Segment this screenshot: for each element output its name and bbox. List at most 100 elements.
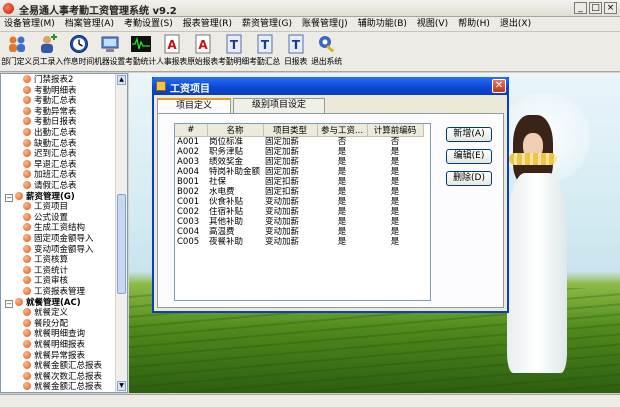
tool-department[interactable]: 部门定义 [1,32,32,70]
tree-item[interactable]: 就餐异常报表 [23,350,85,362]
tool-exit[interactable]: 退出系统 [311,32,342,70]
scroll-up-icon[interactable]: ▲ [117,75,126,85]
item-bullet-icon [23,223,31,232]
collapse-icon[interactable]: − [5,193,13,202]
tree-item[interactable]: 工资报表管理 [23,287,85,298]
menu-attendance-settings[interactable]: 考勤设置(S) [120,17,179,31]
table-cell: B002 [177,187,200,197]
table-row[interactable]: C001 伙食补贴 变动加薪 是 是 [175,197,423,207]
table-row[interactable]: A001 岗位标准 固定加薪 否 否 [175,137,423,148]
column-header-in-salary[interactable]: 参与工资... [317,124,368,137]
table-row[interactable]: C005 夜餐补助 变动加薪 是 是 [175,237,423,247]
tree-item-label: 考勤汇总表 [34,96,77,107]
tool-schedule[interactable]: 作息时间 [63,32,94,70]
scroll-down-icon[interactable]: ▼ [117,381,126,391]
column-header-name[interactable]: 名称 [207,124,264,137]
maximize-button[interactable]: □ [589,2,602,14]
tree-item-label: 考勤异常表 [34,106,77,117]
tree-item[interactable]: 请假汇总表 [23,181,77,192]
table-cell: 住宿补贴 [209,207,244,217]
table-row[interactable]: C003 其他补助 变动加薪 是 是 [175,217,423,227]
table-row[interactable]: A004 特岗补助金额 固定加薪 是 是 [175,167,423,177]
item-bullet-icon [23,350,31,359]
tree-group[interactable]: − 薪资管理(G) [5,191,75,203]
tool-machine[interactable]: 机器设置 [94,32,125,70]
table-cell: 固定加薪 [265,137,300,147]
table-row[interactable]: B001 社保 固定扣薪 是 是 [175,177,423,187]
item-bullet-icon [23,128,31,136]
tree-item[interactable]: 考勤日报表 [23,117,77,128]
close-button[interactable]: × [604,2,617,14]
tree-item[interactable]: 固定项金额导入 [23,234,94,245]
tree-item[interactable]: 考勤汇总表 [23,96,77,107]
tree-item[interactable]: 加班汇总表 [23,170,77,181]
table-row[interactable]: B002 水电费 固定扣薪 是 是 [175,187,423,197]
tool-hr-report[interactable]: A 人事报表 [156,32,187,70]
menu-dining[interactable]: 账餐管理(J) [298,17,354,31]
menu-exit[interactable]: 退出(X) [496,17,537,31]
minimize-button[interactable]: _ [574,2,587,14]
menu-device[interactable]: 设备管理(M) [0,17,61,31]
navigation-tree[interactable]: ▲ ▼ 门禁报表2 考勤明细表 考勤汇总表 考勤异常表 考勤日报表 出勤汇总表 缺勤汇总表迟… [0,73,128,393]
scroll-thumb[interactable] [117,194,126,294]
tree-item[interactable]: 出勤汇总表 [23,128,77,139]
tree-item[interactable]: 变动项金额导入 [23,244,94,256]
table-cell: 变动加薪 [265,217,300,227]
column-header-type[interactable]: 项目类型 [263,124,318,137]
add-button[interactable]: 新增(A) [446,127,492,142]
menu-help[interactable]: 帮助(H) [454,17,496,31]
tree-group[interactable]: − 就餐管理(AC) [5,297,81,309]
tool-employee[interactable]: 员工录入 [32,32,63,70]
table-cell: 是 [337,197,347,207]
collapse-icon[interactable]: − [5,299,13,308]
table-row[interactable]: C004 高温费 变动加薪 是 是 [175,227,423,237]
column-header-pre-calc[interactable]: 计算前编码 [367,124,424,137]
dialog-close-icon[interactable]: ✕ [492,79,506,93]
table-cell: 固定扣薪 [265,187,300,197]
tree-item[interactable]: 工资项目 [23,202,68,213]
tool-attendance-detail[interactable]: T 考勤明细 [218,32,249,70]
menu-reports[interactable]: 报表管理(R) [179,17,238,31]
menu-archive[interactable]: 档案管理(A) [61,17,120,31]
menu-salary[interactable]: 薪资管理(G) [238,17,298,31]
tree-item[interactable]: 就餐定义 [23,308,68,319]
edit-button[interactable]: 编辑(E) [446,149,492,164]
tree-item[interactable]: 缺勤汇总表 [23,138,77,150]
tree-item[interactable]: 就餐明细查询 [23,329,85,340]
item-bullet-icon [23,234,31,242]
tab-item-definition[interactable]: 项目定义 [157,98,232,114]
tool-attendance-stats[interactable]: 考勤统计 [125,32,156,70]
tool-raw-report[interactable]: A 原始报表 [187,32,218,70]
report-t-icon: T [224,34,244,54]
tree-item-label: 工资核算 [34,255,69,266]
tree-item[interactable]: 考勤明细表 [23,85,77,97]
table-row[interactable]: A002 职务津贴 固定加薪 是 是 [175,147,423,157]
exit-key-icon [317,34,337,54]
table-cell: A002 [177,147,200,157]
menu-view[interactable]: 视图(V) [413,17,454,31]
tab-panel: # 名称 项目类型 参与工资... 计算前编码 A001 岗位标准 固定加薪否否 A0… [157,113,504,308]
dialog-app-icon [156,81,166,91]
tree-item[interactable]: 生成工资结构 [23,223,85,234]
column-header-code[interactable]: # [175,124,208,137]
tree-scrollbar[interactable]: ▲ ▼ [115,74,127,392]
tab-level-item-settings[interactable]: 级别项目设定 [233,98,326,113]
tree-item[interactable]: 工资审核 [23,276,68,287]
table-row[interactable]: A003 绩效奖金 固定加薪 是 是 [175,157,423,167]
tree-item[interactable]: 就餐金额汇总报表 [23,382,103,393]
salary-items-table[interactable]: # 名称 项目类型 参与工资... 计算前编码 A001 岗位标准 固定加薪否否 A0… [174,123,431,301]
tool-daily-report[interactable]: T 日报表 [280,32,311,70]
table-row[interactable]: C002 住宿补贴 变动加薪 是 是 [175,207,423,217]
tree-item-label: 加班汇总表 [34,170,77,181]
delete-button[interactable]: 删除(D) [446,171,492,186]
tree-item-label: 就餐金额汇总报表 [34,382,103,393]
tree-item[interactable]: 就餐明细报表 [23,340,85,351]
tree-item[interactable]: 就餐金额汇总报表 [23,361,102,372]
tree-item[interactable]: 工资核算 [23,255,68,266]
table-cell: 是 [337,187,347,197]
tool-attendance-summary[interactable]: T 考勤汇总 [249,32,280,70]
table-cell: 水电费 [209,187,235,197]
menu-utilities[interactable]: 辅助功能(B) [354,17,413,31]
tree-item[interactable]: 迟到汇总表 [23,149,77,160]
tree-item[interactable]: 门禁报表2 [23,75,73,86]
